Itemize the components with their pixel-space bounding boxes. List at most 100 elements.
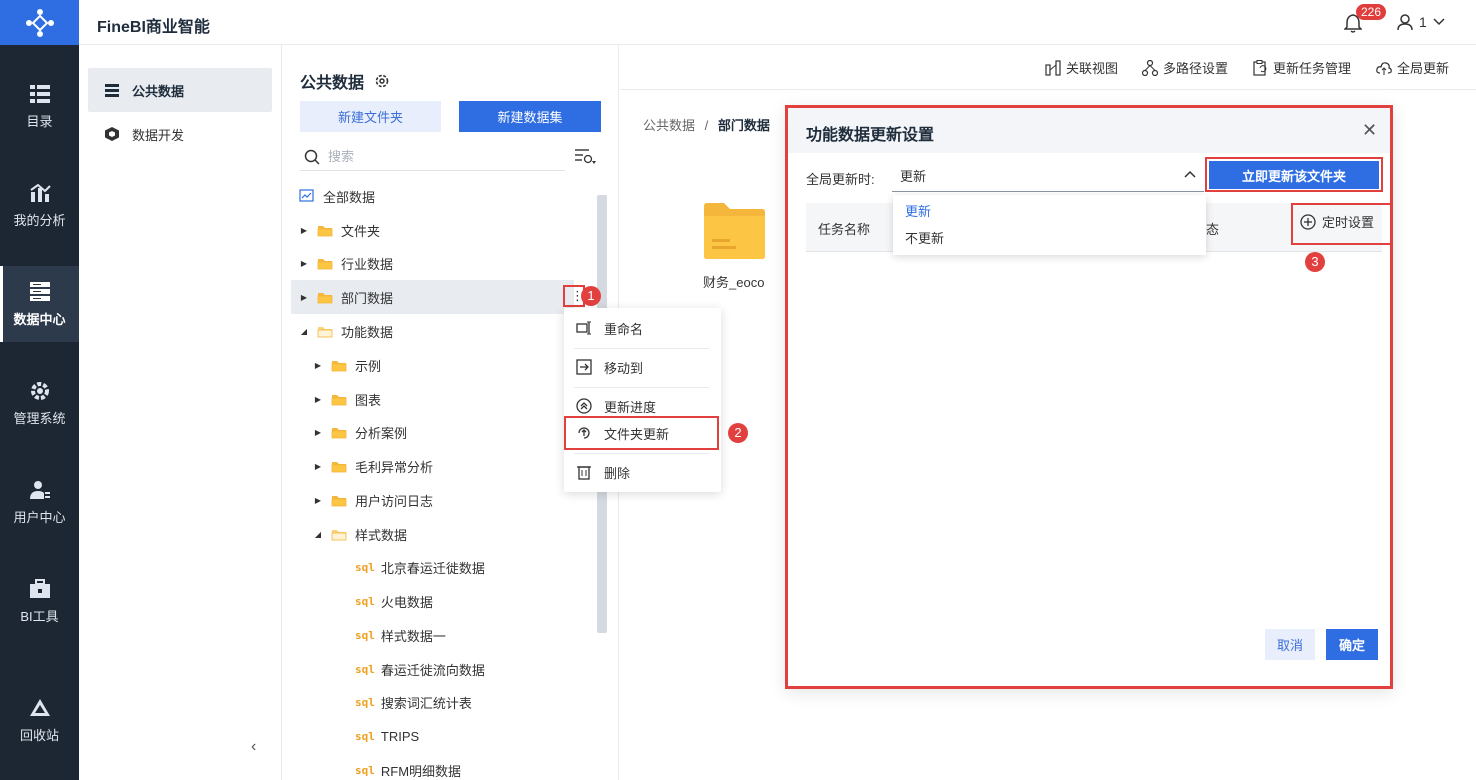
tree-row[interactable]: sql RFM明细数据	[291, 753, 574, 780]
nav-data-center[interactable]: 数据中心	[0, 266, 79, 342]
progress-icon	[576, 398, 592, 414]
tree-row[interactable]: ▶ 图表	[291, 382, 574, 416]
folder-card-name[interactable]: 财务_eoco	[703, 272, 764, 291]
multipath-button[interactable]: 多路径设置	[1142, 58, 1228, 77]
caret-right-icon[interactable]: ▶	[313, 496, 323, 505]
filter-icon[interactable]	[574, 147, 596, 165]
update-options-dropdown: 更新 不更新	[893, 195, 1206, 255]
task-manage-button[interactable]: 更新任务管理	[1252, 58, 1351, 77]
collapse-sidebar-icon[interactable]: ‹	[251, 738, 256, 756]
search-icon	[304, 149, 320, 165]
caret-right-icon[interactable]: ▶	[299, 259, 309, 268]
sql-icon: sql	[355, 628, 375, 642]
new-dataset-button[interactable]: 新建数据集	[459, 101, 601, 132]
column-status: 态	[1206, 222, 1220, 237]
tree-row[interactable]: ▶ 示例	[291, 348, 574, 382]
option-update[interactable]: 更新	[905, 201, 931, 220]
caret-right-icon[interactable]: ▶	[313, 428, 323, 437]
nav-bi-tools[interactable]: BI工具	[0, 563, 79, 639]
tree-row-label: 北京春运迁徙数据	[380, 560, 485, 576]
caret-down-icon[interactable]: ◢	[299, 327, 309, 336]
menu-delete-label: 删除	[604, 465, 631, 481]
nav-my-analysis[interactable]: 我的分析	[0, 167, 79, 243]
new-folder-button[interactable]: 新建文件夹	[300, 101, 441, 132]
caret-right-icon[interactable]: ▶	[299, 226, 309, 235]
folder-card-icon[interactable]	[702, 202, 766, 260]
gear-icon	[30, 381, 49, 400]
global-update-select[interactable]: 更新	[892, 160, 1204, 192]
relation-view-icon	[1045, 59, 1061, 76]
tree-row[interactable]: 全部数据	[291, 179, 574, 213]
secondary-sidebar: 公共数据 数据开发 ‹	[79, 45, 282, 780]
schedule-label: 定时设置	[1322, 215, 1375, 230]
menu-rename[interactable]: 重命名	[564, 311, 721, 345]
tree-row[interactable]: ▶ 文件夹	[291, 213, 574, 247]
menu-divider	[574, 348, 709, 349]
tree-row-label: RFM明细数据	[380, 763, 462, 779]
tree-row-label: 文件夹	[341, 223, 381, 239]
tree-row[interactable]: sql 搜索词汇统计表	[291, 685, 574, 719]
close-icon[interactable]: ✕	[1362, 120, 1377, 141]
nav-admin-label: 管理系统	[13, 410, 66, 426]
nav-data-center-label: 数据中心	[13, 311, 66, 327]
relation-view-button[interactable]: 关联视图	[1045, 58, 1118, 77]
app-logo[interactable]	[0, 0, 79, 45]
tree-row[interactable]: ▶ 分析案例	[291, 415, 574, 449]
global-update-button[interactable]: 全局更新	[1376, 58, 1449, 77]
user-center-icon	[29, 480, 50, 499]
option-no-update[interactable]: 不更新	[905, 228, 944, 247]
user-menu[interactable]: 1	[1397, 13, 1445, 31]
caret-right-icon[interactable]: ▶	[313, 395, 323, 404]
menu-delete[interactable]: 删除	[564, 455, 721, 489]
catalog-icon	[29, 84, 50, 103]
menu-folder-update[interactable]: 文件夹更新	[564, 416, 721, 450]
menu-move[interactable]: 移动到	[564, 350, 721, 384]
tree-row[interactable]: sql 样式数据一	[291, 618, 574, 652]
tree-row[interactable]: sql 春运迁徙流向数据	[291, 652, 574, 686]
subnav-public-data[interactable]: 公共数据	[88, 68, 272, 112]
cancel-button[interactable]: 取消	[1265, 629, 1315, 660]
nav-recycle[interactable]: 回收站	[0, 682, 79, 758]
caret-right-icon[interactable]: ▶	[313, 462, 323, 471]
tree-row-label: 行业数据	[341, 256, 394, 272]
global-update-label: 全局更新	[1397, 61, 1450, 76]
tree-row-label: 样式数据	[355, 527, 408, 543]
breadcrumb-root[interactable]: 公共数据	[643, 118, 695, 133]
step-marker-3: 3	[1305, 252, 1325, 272]
public-data-icon	[105, 84, 119, 97]
search-input[interactable]	[328, 149, 548, 164]
toolbox-icon	[29, 578, 50, 598]
breadcrumb-current: 部门数据	[717, 118, 770, 133]
menu-folder-update-label: 文件夹更新	[604, 426, 670, 442]
tree-row-label: 全部数据	[323, 189, 376, 205]
tree-row[interactable]: ▶ 毛利异常分析	[291, 449, 574, 483]
move-icon	[576, 359, 592, 375]
caret-right-icon[interactable]: ▶	[313, 361, 323, 370]
tree-row[interactable]: ▶ 部门数据	[291, 280, 574, 314]
tree-row[interactable]: sql 火电数据	[291, 584, 574, 618]
cloud-update-icon	[1376, 61, 1392, 75]
breadcrumb: 公共数据 / 部门数据	[643, 115, 770, 134]
caret-right-icon[interactable]: ▶	[299, 293, 309, 302]
nav-catalog[interactable]: 目录	[0, 68, 79, 144]
tree-row[interactable]: ◢ 功能数据	[291, 314, 574, 348]
settings-icon[interactable]	[374, 73, 390, 89]
dialog-header: 功能数据更新设置 ✕	[788, 108, 1390, 153]
tree-row[interactable]: sql 北京春运迁徙数据	[291, 550, 574, 584]
cube-icon	[105, 127, 119, 141]
update-folder-now-button[interactable]: 立即更新该文件夹	[1209, 161, 1379, 189]
caret-down-icon[interactable]: ◢	[313, 530, 323, 539]
nav-admin[interactable]: 管理系统	[0, 365, 79, 441]
update-settings-dialog: 功能数据更新设置 ✕ 全局更新时: 更新 立即更新该文件夹 任务名称 态 定时设…	[785, 105, 1393, 689]
subnav-data-dev[interactable]: 数据开发	[88, 112, 272, 156]
folder-icon	[317, 225, 333, 236]
tree-row[interactable]: ▶ 行业数据	[291, 246, 574, 280]
schedule-button[interactable]: 定时设置	[1300, 212, 1374, 231]
tree-row[interactable]: ◢ 样式数据	[291, 517, 574, 551]
sql-icon: sql	[355, 763, 375, 777]
folder-icon	[331, 360, 347, 371]
tree-row[interactable]: ▶ 用户访问日志	[291, 483, 574, 517]
tree-row[interactable]: sql TRIPS	[291, 719, 574, 753]
nav-user-center[interactable]: 用户中心	[0, 464, 79, 540]
confirm-button[interactable]: 确定	[1326, 629, 1378, 660]
